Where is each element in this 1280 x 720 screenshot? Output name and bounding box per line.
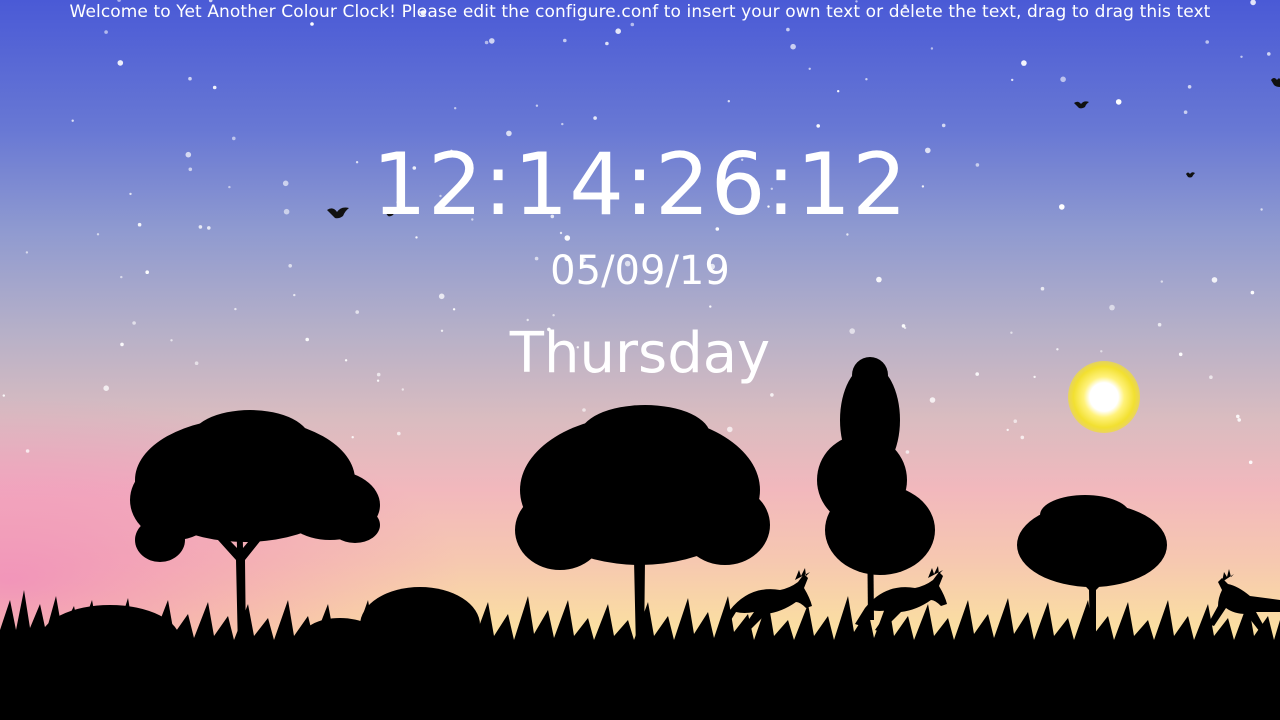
tree-icon [817, 357, 935, 620]
bird-icon [1074, 101, 1089, 109]
clock-day: Thursday [509, 321, 771, 386]
banner-text[interactable]: Welcome to Yet Another Colour Clock! Ple… [0, 2, 1280, 22]
clock-time: 12:14:26:12 [372, 135, 908, 235]
bird-icon [1271, 78, 1280, 87]
desktop-wallpaper: Welcome to Yet Another Colour Clock! Ple… [0, 0, 1280, 720]
clock-date: 05/09/19 [550, 248, 730, 294]
